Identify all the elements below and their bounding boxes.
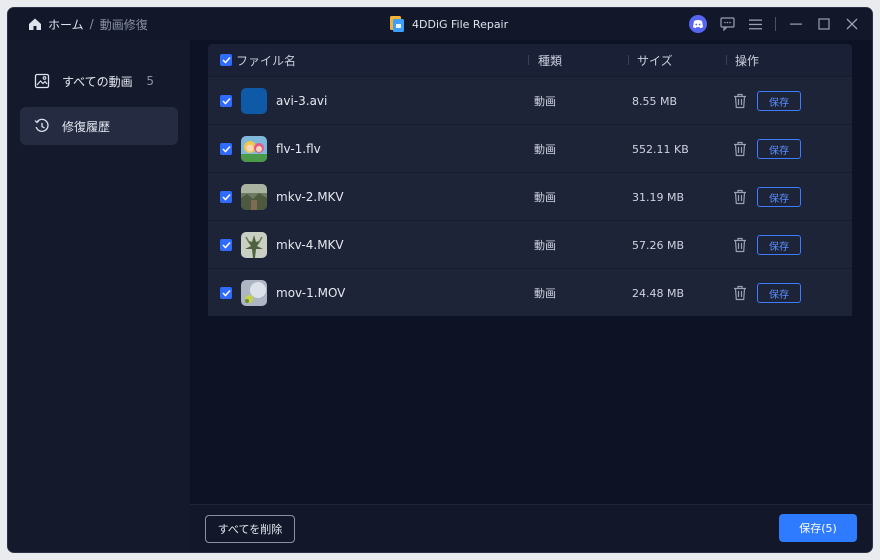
save-button[interactable]: 保存	[757, 91, 801, 111]
trash-icon[interactable]	[733, 189, 747, 205]
feedback-icon[interactable]	[719, 16, 735, 32]
table-header: ファイル名 種類 サイズ 操作	[208, 44, 852, 76]
breadcrumb: ホーム / 動画修復	[28, 8, 148, 40]
video-thumbnail	[241, 88, 267, 114]
file-table: ファイル名 種類 サイズ 操作 avi-3.avi 動画 8.55 MB 保存 …	[208, 44, 852, 316]
video-thumbnail	[241, 280, 267, 306]
sidebar: すべての動画 5 修復履歴	[8, 40, 190, 552]
table-row[interactable]: flv-1.flv 動画 552.11 KB 保存	[208, 124, 852, 172]
file-size: 24.48 MB	[632, 286, 685, 300]
maximize-icon[interactable]	[816, 16, 832, 32]
file-type: 動画	[534, 239, 556, 252]
app-title: 4DDiG File Repair	[390, 8, 508, 40]
app-window: ホーム / 動画修復 4DDiG File Repair すべての動画 5 修復…	[8, 8, 872, 552]
file-size: 8.55 MB	[632, 94, 678, 108]
app-title-text: 4DDiG File Repair	[412, 17, 509, 31]
video-thumbnail	[241, 136, 267, 162]
close-icon[interactable]	[844, 16, 860, 32]
trash-icon[interactable]	[733, 237, 747, 253]
sidebar-item-all-videos[interactable]: すべての動画 5	[20, 62, 178, 100]
file-size: 552.11 KB	[632, 142, 689, 156]
file-type: 動画	[534, 191, 556, 204]
header-divider	[628, 55, 629, 65]
title-bar: ホーム / 動画修復 4DDiG File Repair	[8, 8, 872, 40]
header-action: 操作	[735, 53, 760, 68]
file-name: mkv-2.MKV	[276, 190, 344, 204]
save-button[interactable]: 保存	[757, 283, 801, 303]
controls-divider	[775, 17, 776, 31]
header-select-all[interactable]	[220, 44, 232, 76]
row-checkbox[interactable]	[220, 287, 232, 299]
file-name: mkv-4.MKV	[276, 238, 344, 252]
trash-icon[interactable]	[733, 285, 747, 301]
menu-icon[interactable]	[747, 16, 763, 32]
save-button[interactable]: 保存	[757, 235, 801, 255]
file-size: 57.26 MB	[632, 238, 685, 252]
header-divider	[726, 55, 727, 65]
table-row[interactable]: mkv-4.MKV 動画 57.26 MB 保存	[208, 220, 852, 268]
window-controls	[689, 8, 860, 40]
row-checkbox[interactable]	[220, 95, 232, 107]
header-divider	[528, 55, 529, 65]
trash-icon[interactable]	[733, 141, 747, 157]
trash-icon[interactable]	[733, 93, 747, 109]
breadcrumb-separator: /	[89, 17, 94, 31]
row-checkbox[interactable]	[220, 143, 232, 155]
file-type: 動画	[534, 143, 556, 156]
header-name: ファイル名	[236, 53, 297, 68]
breadcrumb-home[interactable]: ホーム	[48, 16, 84, 33]
video-thumbnail	[241, 232, 267, 258]
file-type: 動画	[534, 287, 556, 300]
file-type: 動画	[534, 95, 556, 108]
save-button[interactable]: 保存	[757, 139, 801, 159]
discord-icon[interactable]	[689, 15, 707, 33]
sidebar-item-history[interactable]: 修復履歴	[20, 107, 178, 145]
file-name: avi-3.avi	[276, 94, 328, 108]
app-logo-icon	[390, 16, 404, 32]
breadcrumb-current: 動画修復	[99, 17, 148, 32]
main-panel: ファイル名 種類 サイズ 操作 avi-3.avi 動画 8.55 MB 保存 …	[190, 40, 872, 504]
sidebar-item-label: すべての動画	[62, 74, 133, 89]
image-icon	[34, 73, 50, 89]
table-row[interactable]: avi-3.avi 動画 8.55 MB 保存	[208, 76, 852, 124]
file-size: 31.19 MB	[632, 190, 685, 204]
header-type: 種類	[538, 53, 563, 68]
table-row[interactable]: mov-1.MOV 動画 24.48 MB 保存	[208, 268, 852, 316]
header-size: サイズ	[637, 53, 673, 68]
row-checkbox[interactable]	[220, 239, 232, 251]
row-checkbox[interactable]	[220, 191, 232, 203]
sidebar-item-count: 5	[146, 74, 154, 88]
delete-all-button[interactable]: すべてを削除	[205, 515, 295, 543]
home-icon[interactable]	[28, 17, 42, 31]
sidebar-item-label: 修復履歴	[62, 119, 111, 134]
table-row[interactable]: mkv-2.MKV 動画 31.19 MB 保存	[208, 172, 852, 220]
file-name: mov-1.MOV	[276, 286, 346, 300]
file-name: flv-1.flv	[276, 142, 321, 156]
save-all-button[interactable]: 保存(5)	[779, 514, 857, 542]
footer-bar: すべてを削除 保存(5)	[190, 504, 872, 552]
minimize-icon[interactable]	[788, 16, 804, 32]
video-thumbnail	[241, 184, 267, 210]
select-all-checkbox[interactable]	[220, 54, 232, 66]
history-icon	[34, 118, 50, 134]
save-button[interactable]: 保存	[757, 187, 801, 207]
